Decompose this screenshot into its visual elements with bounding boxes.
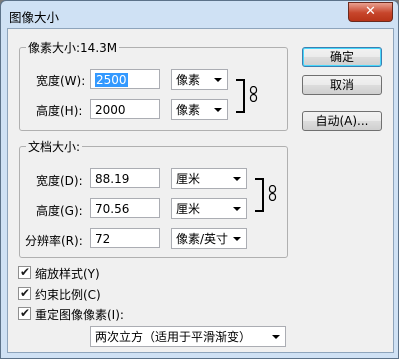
doc-width-unit: 厘米 [176,172,201,186]
resample-label: 重定图像像素(I): [35,308,124,322]
resolution-input[interactable]: 72 [90,228,160,248]
pixel-height-label: 高度(H): [36,104,83,118]
close-button[interactable]: ✕ [348,2,393,22]
pixel-dimensions-label: 像素大小:14.3M [26,39,120,56]
constrain-proportions-label: 约束比例(C) [35,288,101,302]
pixel-height-input[interactable]: 2000 [90,99,160,119]
pixel-width-input[interactable]: 2500 [90,69,160,89]
dialog-title: 图像大小 [9,10,60,25]
resolution-unit: 像素/英寸 [176,232,229,246]
doc-height-unit-select[interactable]: 厘米 [171,198,247,219]
ok-button[interactable]: 确定 [302,47,382,67]
pixel-width-unit: 像素 [176,73,201,87]
resample-checkbox[interactable]: ✔ [18,306,31,320]
link-chain-icon [268,185,277,201]
scale-styles-label: 缩放样式(Y) [35,267,100,281]
cancel-button[interactable]: 取消 [302,75,382,95]
check-icon: ✔ [20,286,31,300]
title-bar[interactable]: 图像大小 ✕ [1,1,398,29]
chevron-down-icon [233,177,241,181]
pixel-height-unit: 像素 [176,103,201,117]
doc-width-input[interactable]: 88.19 [90,168,160,188]
dialog-client: 像素大小:14.3M 宽度(W): 2500 像素 高度(H): 2000 像素… [7,28,394,353]
chevron-down-icon [233,207,241,211]
pixel-width-unit-select[interactable]: 像素 [171,69,228,90]
doc-height-input[interactable]: 70.56 [90,198,160,218]
doc-width-value: 88.19 [95,172,130,186]
constrain-proportions-checkbox[interactable]: ✔ [18,286,31,300]
resample-method-value: 两次立方（适用于平滑渐变） [95,330,252,344]
doc-link-bracket [255,178,264,212]
doc-width-unit-select[interactable]: 厘米 [171,168,247,189]
chevron-down-icon [214,78,222,82]
link-chain-icon [249,86,258,102]
chevron-down-icon [214,108,222,112]
resolution-label: 分辨率(R): [25,234,83,248]
pixel-height-unit-select[interactable]: 像素 [171,99,228,120]
chevron-down-icon [233,237,241,241]
pixel-link-bracket [236,79,245,113]
doc-width-label: 宽度(D): [36,174,83,188]
doc-height-label: 高度(G): [36,204,83,218]
pixel-height-value: 2000 [95,103,126,117]
pixel-width-label: 宽度(W): [36,74,86,88]
image-size-dialog: 图像大小 ✕ 像素大小:14.3M 宽度(W): 2500 像素 高度(H): … [0,0,399,359]
resample-method-select[interactable]: 两次立方（适用于平滑渐变） [90,326,286,347]
resolution-value: 72 [95,232,111,246]
document-size-label: 文档大小: [26,138,83,155]
pixel-width-value: 2500 [95,73,128,87]
check-icon: ✔ [20,265,31,279]
doc-height-unit: 厘米 [176,202,201,216]
chevron-down-icon [272,335,280,339]
scale-styles-checkbox[interactable]: ✔ [18,265,31,279]
resolution-unit-select[interactable]: 像素/英寸 [171,228,247,249]
doc-height-value: 70.56 [95,202,130,216]
auto-button[interactable]: 自动(A)... [302,111,382,131]
check-icon: ✔ [20,306,31,320]
